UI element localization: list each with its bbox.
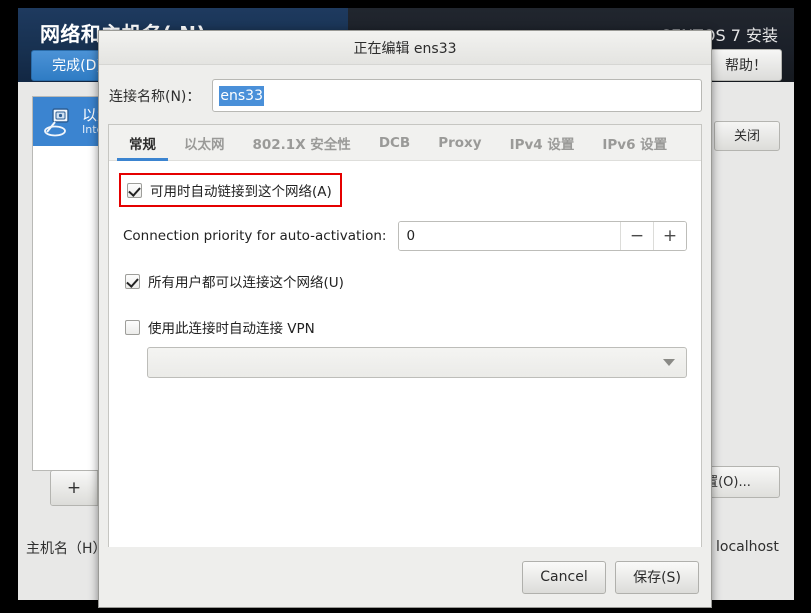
close-button[interactable]: 关闭 (714, 121, 780, 151)
vpn-autoconnect-row[interactable]: 使用此连接时自动连接 VPN (123, 317, 687, 337)
connection-name-input[interactable]: ens33 (212, 79, 702, 112)
all-users-row[interactable]: 所有用户都可以连接这个网络(U) (123, 271, 687, 291)
priority-increment-button[interactable]: + (653, 222, 686, 250)
vpn-autoconnect-checkbox[interactable] (125, 319, 140, 335)
all-users-checkbox[interactable] (125, 273, 140, 289)
priority-row: Connection priority for auto-activation:… (123, 221, 687, 251)
tab-dcb[interactable]: DCB (365, 125, 424, 160)
general-tab-panel: 可用时自动链接到这个网络(A) Connection priority for … (109, 161, 701, 555)
vpn-autoconnect-label: 使用此连接时自动连接 VPN (148, 321, 315, 337)
connection-name-value: ens33 (219, 85, 265, 106)
dialog-title: 正在编辑 ens33 (353, 40, 457, 57)
connection-name-label: 连接名称(N)： (109, 88, 201, 105)
dialog-titlebar: 正在编辑 ens33 (99, 31, 711, 65)
vpn-select[interactable] (147, 347, 687, 378)
add-device-button[interactable]: + (51, 471, 99, 505)
tab-proxy[interactable]: Proxy (424, 125, 495, 160)
priority-label: Connection priority for auto-activation: (123, 228, 387, 244)
dialog-action-bar: Cancel 保存(S) (99, 547, 711, 607)
connection-name-row: 连接名称(N)： ens33 (108, 79, 702, 112)
save-button[interactable]: 保存(S) (615, 560, 699, 594)
all-users-label: 所有用户都可以连接这个网络(U) (148, 275, 344, 291)
tab-8021x[interactable]: 802.1X 安全性 (239, 125, 365, 160)
cancel-button[interactable]: Cancel (522, 560, 606, 594)
edit-connection-dialog: 正在编辑 ens33 连接名称(N)： ens33 常规 以太网 802.1X … (98, 30, 712, 608)
help-button[interactable]: 帮助！ (710, 49, 782, 81)
autoconnect-label: 可用时自动链接到这个网络(A) (150, 184, 332, 200)
tab-ethernet[interactable]: 以太网 (170, 125, 239, 160)
tab-general[interactable]: 常规 (115, 125, 170, 161)
tab-bar[interactable]: 常规 以太网 802.1X 安全性 DCB Proxy IPv4 设置 IPv6… (109, 125, 701, 161)
chevron-down-icon (663, 359, 675, 366)
priority-stepper[interactable]: 0 − + (398, 221, 687, 251)
hostname-label: 主机名（H） (26, 541, 107, 557)
dialog-body: 连接名称(N)： ens33 常规 以太网 802.1X 安全性 DCB Pro… (99, 65, 711, 556)
autoconnect-checkbox[interactable] (127, 182, 142, 198)
priority-decrement-button[interactable]: − (620, 222, 653, 250)
tab-ipv6[interactable]: IPv6 设置 (588, 125, 681, 160)
tab-ipv4[interactable]: IPv4 设置 (496, 125, 589, 160)
autoconnect-highlight: 可用时自动链接到这个网络(A) (119, 173, 342, 207)
ethernet-icon (42, 106, 74, 138)
autoconnect-row[interactable]: 可用时自动链接到这个网络(A) (127, 180, 332, 200)
priority-value[interactable]: 0 (399, 222, 620, 250)
hostname-value: localhost (716, 539, 779, 555)
settings-notebook: 常规 以太网 802.1X 安全性 DCB Proxy IPv4 设置 IPv6… (108, 124, 702, 556)
